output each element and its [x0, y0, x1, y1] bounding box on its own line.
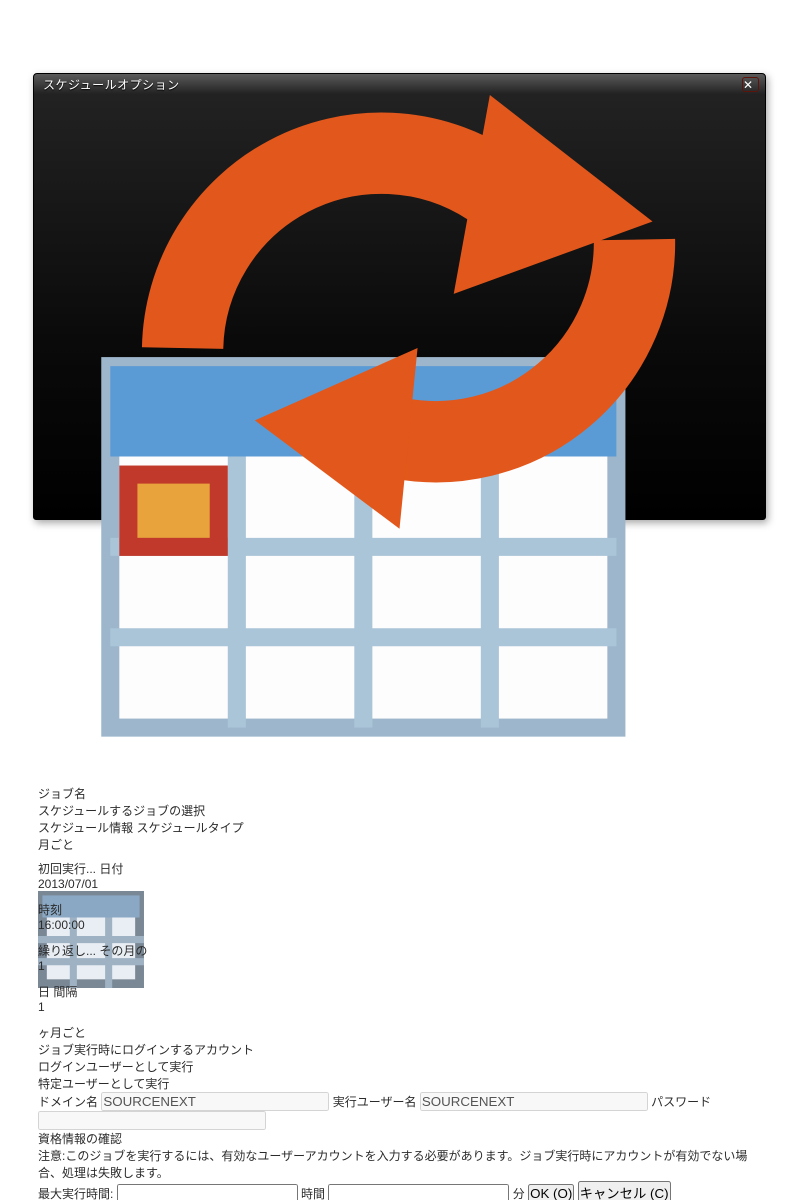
ok-button[interactable]: OK (O) — [528, 1184, 574, 1200]
day-of-month-label: その月の — [99, 944, 147, 958]
date-picker[interactable]: 2013/07/01 — [38, 877, 144, 901]
interval-value: 1 — [38, 1000, 45, 1014]
first-run-group: 初回実行... 日付 2013/07/01 時刻 16:00:00 — [38, 860, 761, 942]
radio-run-as-specific-user[interactable]: 特定ユーザーとして実行 — [38, 1075, 761, 1092]
minutes-unit-label: 分 — [513, 1187, 525, 1200]
schedule-info-group: スケジュール情報 スケジュールタイプ 月ごと 初回実行... 日付 2013/0… — [38, 819, 761, 1041]
day-unit-label: 日 — [38, 985, 50, 999]
password-label: パスワード — [651, 1095, 711, 1109]
repeat-group: 繰り返し... その月の 1 日 間隔 1 — [38, 942, 761, 1041]
dialog-content: ジョブ名 スケジュールするジョブの選択 スケジュール情報 スケジュールタイプ 月… — [38, 95, 761, 1200]
time-label: 時刻 — [38, 903, 62, 917]
job-name-label: ジョブ名 — [38, 787, 86, 801]
schedule-options-dialog: スケジュールオプション ✕ ジョブ名 スケジュールするジョブの選択 スケジュール… — [33, 73, 766, 520]
date-label: 日付 — [99, 862, 123, 876]
title-bar[interactable]: スケジュールオプション ✕ — [38, 74, 761, 95]
schedule-type-combobox[interactable]: 月ごと — [38, 836, 224, 860]
date-value: 2013/07/01 — [38, 877, 98, 891]
repeat-group-title: 繰り返し... — [38, 944, 96, 958]
domain-input — [101, 1092, 329, 1111]
run-user-label: 実行ユーザー名 — [333, 1095, 417, 1109]
account-group: ジョブ実行時にログインするアカウント ログインユーザーとして実行 特定ユーザーと… — [38, 1041, 761, 1181]
schedule-calendar-icon — [38, 95, 761, 782]
hours-unit-label: 時間 — [301, 1187, 325, 1200]
interval-unit-label: ヶ月ごと — [38, 1026, 86, 1040]
max-hours-input[interactable] — [117, 1184, 298, 1200]
radio-login-user-label: ログインユーザーとして実行 — [38, 1060, 193, 1074]
schedule-type-value: 月ごと — [38, 838, 74, 852]
time-value: 16:00:00 — [38, 918, 85, 932]
job-select-combobox[interactable]: スケジュールするジョブの選択 — [38, 802, 761, 819]
password-input — [38, 1111, 266, 1130]
job-select-value: スケジュールするジョブの選択 — [38, 804, 205, 818]
max-runtime-label: 最大実行時間: — [38, 1187, 113, 1200]
run-user-input — [420, 1092, 648, 1111]
first-run-group-title: 初回実行... — [38, 862, 96, 876]
cancel-button[interactable]: キャンセル (C) — [578, 1181, 671, 1200]
close-icon[interactable]: ✕ — [742, 77, 759, 92]
radio-specific-user-label: 特定ユーザーとして実行 — [38, 1077, 169, 1091]
max-minutes-input[interactable] — [328, 1184, 509, 1200]
verify-credentials-button: 資格情報の確認 — [38, 1130, 210, 1147]
account-note-text: 注意:このジョブを実行するには、有効なユーザーアカウントを入力する必要があります… — [38, 1147, 761, 1181]
interval-spinner-field[interactable]: 1 — [38, 1000, 86, 1024]
day-of-month-value: 1 — [38, 959, 45, 973]
account-group-title: ジョブ実行時にログインするアカウント — [38, 1043, 254, 1057]
interval-label: 間隔 — [53, 985, 77, 999]
dialog-title: スケジュールオプション — [43, 76, 742, 93]
schedule-type-label: スケジュールタイプ — [137, 821, 244, 835]
schedule-info-group-title: スケジュール情報 — [38, 821, 133, 835]
radio-run-as-login-user[interactable]: ログインユーザーとして実行 — [38, 1058, 761, 1075]
domain-label: ドメイン名 — [38, 1095, 98, 1109]
